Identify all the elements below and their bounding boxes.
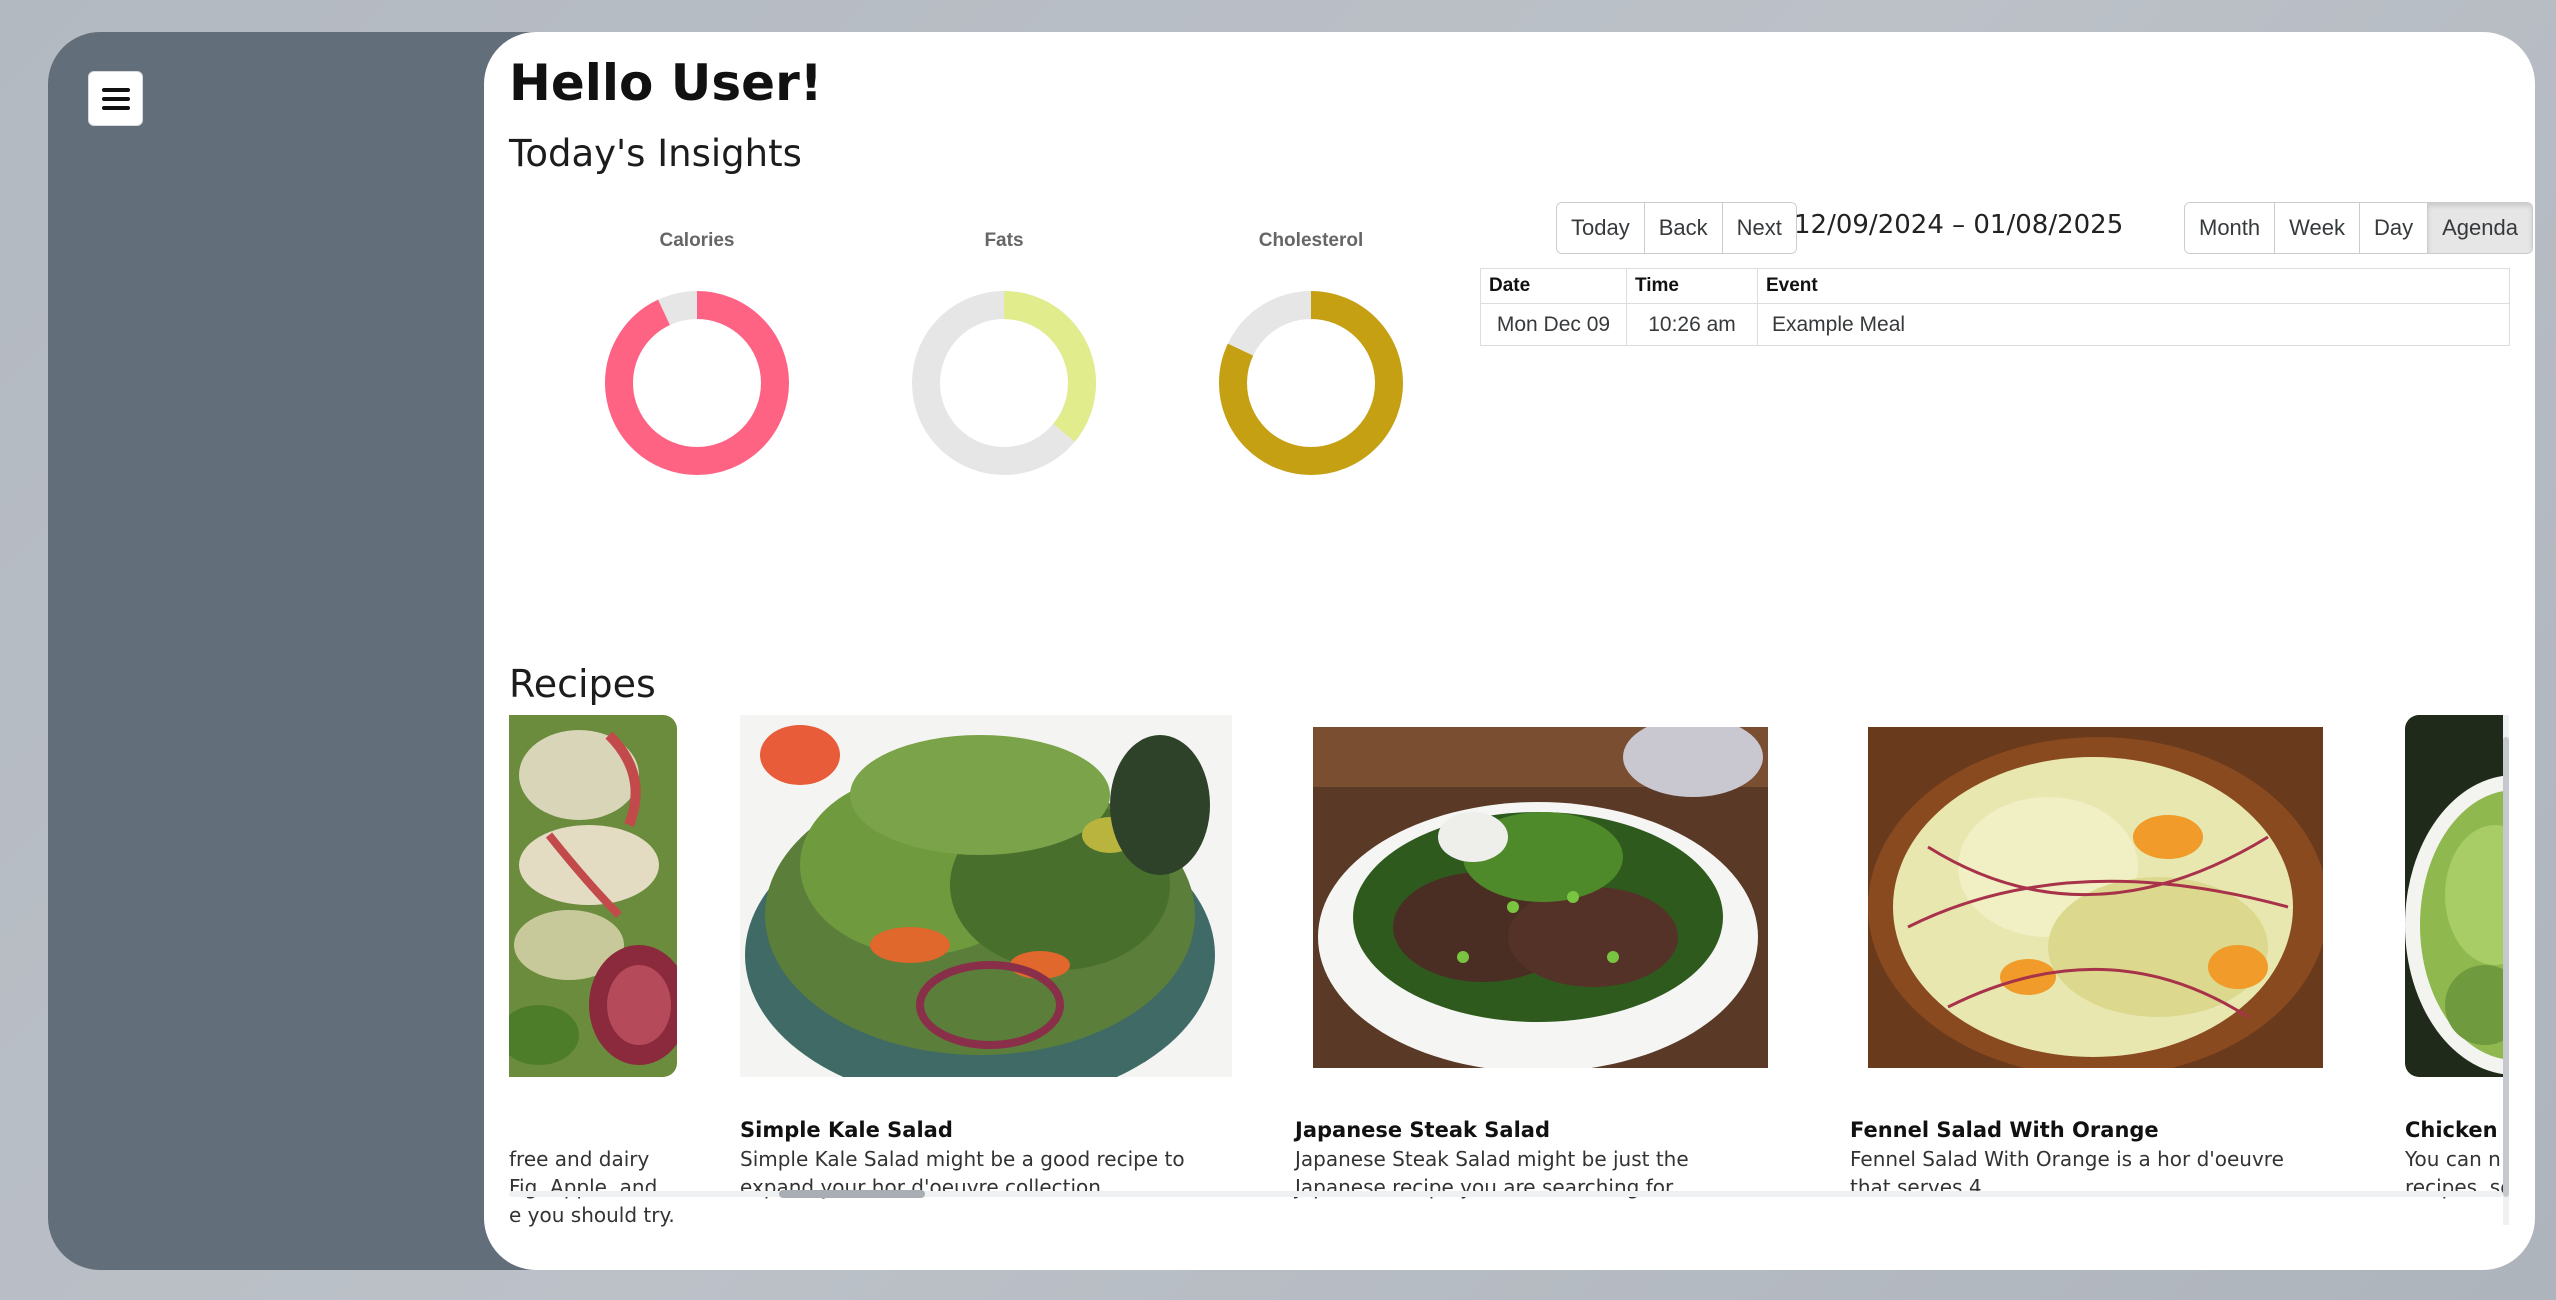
page-title: Hello User!: [509, 54, 823, 112]
agenda-col-time: Time: [1626, 268, 1758, 304]
insights-heading: Today's Insights: [509, 132, 802, 175]
recipe-description: free and dairy Fig, Apple, and e you sho…: [509, 1147, 675, 1227]
recipe-title[interactable]: Japanese Steak Salad: [1295, 1118, 1550, 1142]
recipe-title[interactable]: Chicken L: [2405, 1118, 2503, 1142]
agenda-header-row: Date Time Event: [1480, 268, 2510, 304]
agenda-col-event: Event: [1757, 268, 2510, 304]
month-view-button[interactable]: Month: [2185, 203, 2276, 253]
hamburger-icon: [101, 87, 130, 110]
calories-chart-label: Calories: [659, 230, 735, 251]
calendar-nav-group: Today Back Next: [1556, 202, 1797, 254]
agenda-row[interactable]: Mon Dec 09 10:26 am Example Meal: [1480, 303, 2510, 346]
calendar-view-group: Month Week Day Agenda: [2184, 202, 2533, 254]
agenda-event-cell[interactable]: Example Meal: [1757, 303, 2510, 346]
date-range-label: 12/09/2024 – 01/08/2025: [1794, 210, 2124, 240]
next-button[interactable]: Next: [1722, 203, 1796, 253]
agenda-time-cell: 10:26 am: [1626, 303, 1758, 346]
calories-donut-value: [605, 291, 789, 475]
agenda-view-button[interactable]: Agenda: [2428, 203, 2532, 253]
cholesterol-chart-label: Cholesterol: [1258, 230, 1364, 251]
calories-donut-chart: [605, 291, 789, 475]
recipe-image-fennel-salad[interactable]: [1868, 727, 2323, 1068]
recipe-image-fig-salad[interactable]: [509, 715, 677, 1077]
week-view-button[interactable]: Week: [2275, 203, 2360, 253]
back-button[interactable]: Back: [1644, 203, 1723, 253]
recipe-image-kale-salad[interactable]: [740, 715, 1232, 1077]
fats-chart-label: Fats: [984, 230, 1024, 251]
menu-button[interactable]: [88, 71, 143, 126]
carousel-scrollbar-thumb[interactable]: [779, 1190, 925, 1198]
today-button[interactable]: Today: [1557, 203, 1645, 253]
recipe-title[interactable]: Fennel Salad With Orange: [1850, 1118, 2159, 1142]
agenda-table: Date Time Event Mon Dec 09 10:26 am Exam…: [1480, 268, 2510, 346]
recipe-image-japanese-steak-salad[interactable]: [1313, 727, 1768, 1068]
recipe-title[interactable]: Simple Kale Salad: [740, 1118, 953, 1142]
agenda-date-cell: Mon Dec 09: [1480, 303, 1627, 346]
vertical-scrollbar-thumb[interactable]: [2503, 737, 2509, 1197]
recipe-carousel[interactable]: free and dairy Fig, Apple, and e you sho…: [509, 715, 2503, 1235]
main-panel: Hello User! Today's Insights Calories Fa…: [484, 32, 2535, 1270]
fats-donut-chart: [912, 291, 1096, 475]
cholesterol-donut-chart: [1219, 291, 1403, 475]
day-view-button[interactable]: Day: [2360, 203, 2429, 253]
recipes-heading: Recipes: [509, 662, 656, 706]
agenda-col-date: Date: [1480, 268, 1627, 304]
recipe-image-chicken[interactable]: [2405, 715, 2503, 1077]
